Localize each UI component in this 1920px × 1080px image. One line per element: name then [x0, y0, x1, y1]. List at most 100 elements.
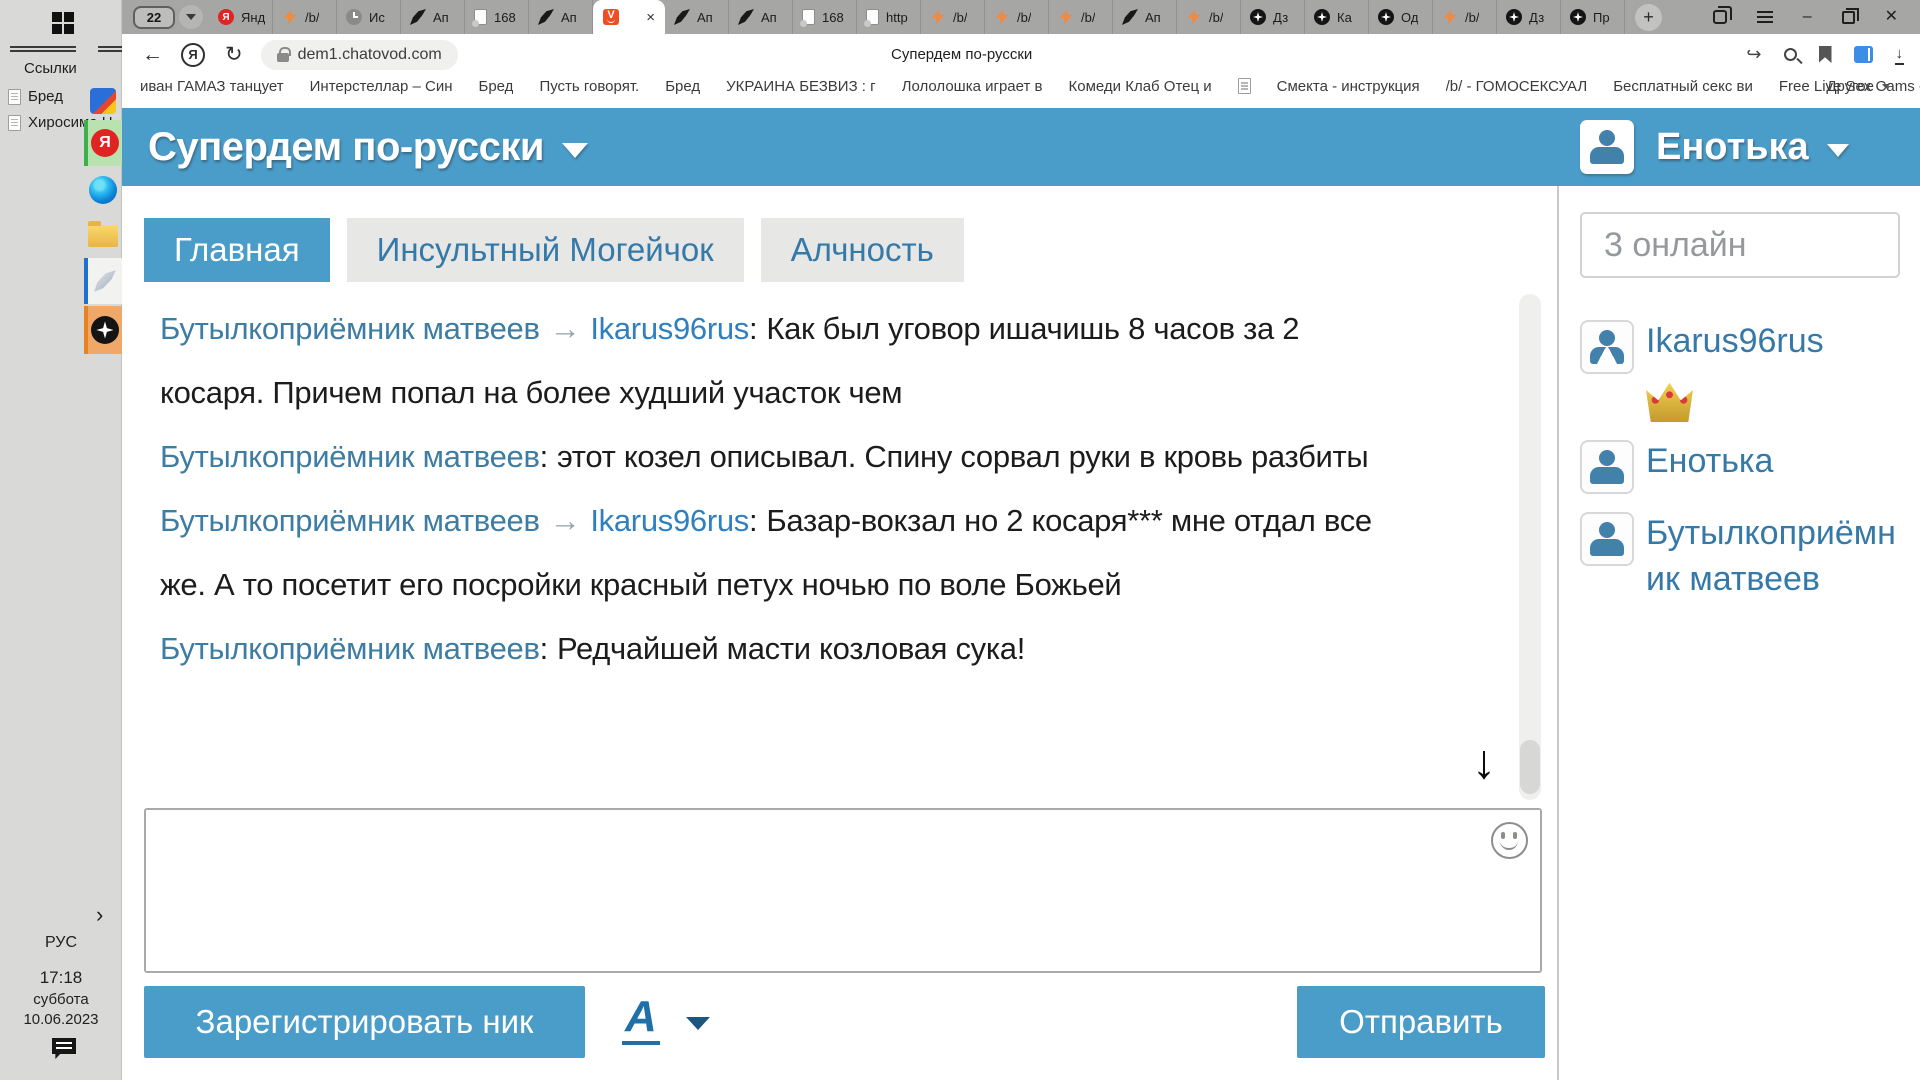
pinned-app-button[interactable] [84, 82, 122, 120]
bookmark-item[interactable] [1238, 78, 1251, 94]
action-center-icon[interactable] [52, 1038, 76, 1059]
bookmark-item[interactable]: Бред [478, 78, 513, 95]
chat-room-tab[interactable]: Инсультный Могейчок [347, 218, 744, 282]
user-list: Ikarus96rus Енотька Бутылкоприёмник матв… [1580, 318, 1916, 602]
browser-tab[interactable]: Ап × [529, 0, 593, 34]
tab-bar: 22 Янд × /b/ × Ис × [122, 0, 1920, 34]
bookmark-item[interactable]: Бред [665, 78, 700, 95]
bookmark-flag-icon[interactable] [1819, 46, 1832, 63]
menu-icon[interactable] [1757, 11, 1773, 23]
bookmark-item[interactable]: /b/ - ГОМОСЕКСУАЛ [1446, 78, 1588, 95]
bookmarks-other-label: Другое [1826, 78, 1874, 95]
chat-room-tab[interactable]: Главная [144, 218, 330, 282]
chat-tab-label: Главная [174, 231, 300, 268]
share-icon[interactable]: ↪ [1746, 44, 1761, 65]
taskbar: Ссылки Бред Хиросима Н Я › РУС 1 [0, 0, 122, 1080]
taskbar-clock[interactable]: 17:18 суббота 10.06.2023 [0, 968, 122, 1028]
tab-counter[interactable]: 22 [133, 6, 175, 29]
browser-tab[interactable]: Пр × [1561, 0, 1625, 34]
file-explorer-button[interactable] [84, 216, 122, 256]
back-button[interactable]: ← [142, 43, 163, 67]
message-recipient[interactable]: Ikarus96rus [590, 311, 749, 346]
message-author[interactable]: Бутылкоприёмник матвеев [160, 631, 540, 666]
browser-tab[interactable]: Ис × [337, 0, 401, 34]
browser-tab[interactable]: Дз × [1497, 0, 1561, 34]
new-tab-button[interactable]: + [1635, 4, 1662, 31]
browser-tab[interactable]: × [593, 0, 665, 34]
url-field[interactable]: dem1.chatovod.com [261, 40, 458, 70]
bookmark-label: УКРАИНА БЕЗВИЗ : г [726, 78, 875, 95]
browser-tab[interactable]: Ап × [401, 0, 465, 34]
tabs-dropdown-button[interactable] [179, 5, 203, 29]
message-recipient[interactable]: Ikarus96rus [590, 503, 749, 538]
side-panel-icon[interactable] [1713, 10, 1727, 24]
browser-tab[interactable]: Дз × [1241, 0, 1305, 34]
browser-tab[interactable]: /b/ × [1049, 0, 1113, 34]
yandex-home-button[interactable]: Я [181, 43, 205, 67]
chat-room-title[interactable]: Супердем по-русски [148, 125, 544, 170]
edge-button[interactable] [84, 170, 122, 210]
bookmark-item[interactable]: Пусть говорят. [539, 78, 639, 95]
emoji-smiley-icon[interactable] [1491, 822, 1528, 859]
bookmark-item[interactable]: Комеди Клаб Отец и [1069, 78, 1212, 95]
chevron-down-icon[interactable] [562, 143, 588, 158]
windows-start-button[interactable] [52, 12, 74, 34]
close-button[interactable]: ✕ [1885, 9, 1898, 25]
scroll-to-bottom-arrow[interactable]: ↓ [1472, 735, 1496, 790]
current-user-menu[interactable]: Енотька [1580, 120, 1920, 174]
tab-favicon [1378, 9, 1394, 25]
sidebar-panel-icon[interactable] [1854, 46, 1873, 63]
browser-tab[interactable]: Ап × [729, 0, 793, 34]
browser-tab[interactable]: Ка × [1305, 0, 1369, 34]
message-author[interactable]: Бутылкоприёмник матвеев [160, 503, 540, 538]
maximize-button[interactable] [1842, 11, 1855, 24]
tab-close-icon[interactable]: × [646, 9, 655, 26]
user-list-item[interactable]: Бутылкоприёмник матвеев [1580, 510, 1916, 602]
browser-tab[interactable]: /b/ × [985, 0, 1049, 34]
browser-tab[interactable]: Ап × [1113, 0, 1177, 34]
browser-tab[interactable]: /b/ × [921, 0, 985, 34]
toolbar-drag-handle[interactable] [10, 46, 76, 52]
chat-room-tab[interactable]: Алчность [761, 218, 964, 282]
active-app-button[interactable] [84, 306, 122, 354]
toolbar-drag-handle[interactable] [98, 46, 122, 52]
bookmark-item[interactable]: иван ГАМАЗ танцует [140, 78, 284, 95]
browser-tab[interactable]: /b/ × [1177, 0, 1241, 34]
browser-tab[interactable]: 168 × [793, 0, 857, 34]
browser-tab[interactable]: /b/ × [273, 0, 337, 34]
user-list-item[interactable]: Ikarus96rus [1580, 318, 1916, 422]
bookmark-item[interactable]: Бесплатный секс ви [1613, 78, 1753, 95]
message-author[interactable]: Бутылкоприёмник матвеев [160, 311, 540, 346]
yandex-browser-button[interactable]: Я [84, 120, 122, 166]
message-colon: : [749, 503, 757, 538]
browser-tab[interactable]: Ап × [665, 0, 729, 34]
bookmark-item[interactable]: Лололошка играет в [902, 78, 1043, 95]
minimize-button[interactable]: – [1803, 9, 1812, 25]
register-nick-button[interactable]: Зарегистрировать ник [144, 986, 585, 1058]
browser-tab[interactable]: Янд × [209, 0, 273, 34]
bookmark-item[interactable]: Смекта - инструкция [1277, 78, 1420, 95]
user-list-item[interactable]: Енотька [1580, 438, 1916, 494]
language-indicator[interactable]: РУС [0, 934, 122, 952]
font-style-selector[interactable]: A [622, 993, 710, 1045]
taskbar-link-bred[interactable]: Бред [8, 88, 63, 105]
browser-tab[interactable]: 168 × [465, 0, 529, 34]
message-input[interactable] [146, 810, 1540, 971]
message-author[interactable]: Бутылкоприёмник матвеев [160, 439, 540, 474]
browser-tab[interactable]: http × [857, 0, 921, 34]
search-icon[interactable] [1784, 48, 1797, 61]
bookmarks-other-button[interactable]: Другое [1826, 78, 1890, 95]
send-button[interactable]: Отправить [1297, 986, 1545, 1058]
tab-favicon [218, 9, 234, 25]
taskbar-expand-chevron[interactable]: › [96, 902, 103, 928]
chat-scrollbar[interactable] [1519, 294, 1541, 800]
browser-tab[interactable]: Од × [1369, 0, 1433, 34]
downloads-icon[interactable]: ↓ [1895, 45, 1905, 65]
refresh-button[interactable]: ↻ [225, 42, 243, 67]
scrollbar-thumb[interactable] [1520, 740, 1540, 794]
tab-title: /b/ [305, 10, 319, 25]
bookmark-item[interactable]: УКРАИНА БЕЗВИЗ : г [726, 78, 875, 95]
bookmark-item[interactable]: Интерстеллар – Син [310, 78, 453, 95]
open-app-button[interactable] [84, 258, 122, 304]
browser-tab[interactable]: /b/ × [1433, 0, 1497, 34]
